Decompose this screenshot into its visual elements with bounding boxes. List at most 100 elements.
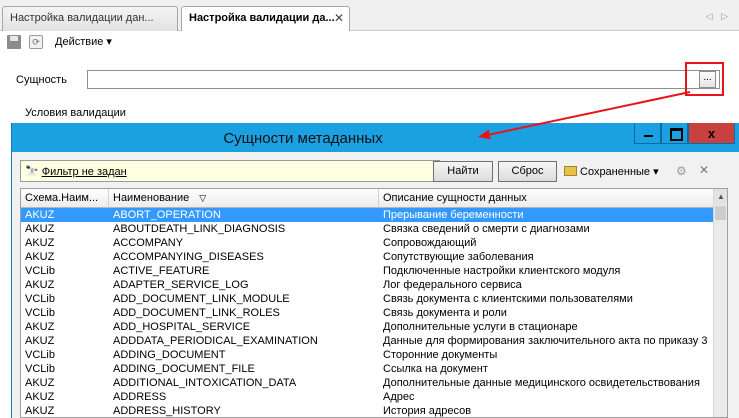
cell-name: ACCOMPANYING_DISEASES (113, 251, 264, 263)
column-name-label: Наименование (113, 192, 190, 204)
cell-description: Связка сведений о смерти с диагнозами (383, 223, 590, 235)
cell-schema: AKUZ (25, 251, 55, 263)
table-row[interactable]: AKUZ ADDDATA_PERIODICAL_EXAMINATION Данные… (21, 334, 714, 348)
highlight-box (685, 62, 724, 96)
column-name[interactable]: Наименование ▽ (109, 189, 379, 208)
tab-validation-settings-1[interactable]: Настройка валидации дан... (2, 6, 178, 31)
minimize-button[interactable] (634, 123, 661, 144)
grid-header: Схема.Наим... Наименование ▽ Описание сущ… (21, 189, 714, 208)
cell-description: Подключенные настройки клиентского модул… (383, 265, 621, 277)
cell-name: ABORT_OPERATION (113, 209, 221, 221)
table-row[interactable]: AKUZ ADDRESS_HISTORY История адресов (21, 404, 714, 417)
cell-schema: VCLib (25, 307, 55, 319)
cell-schema: AKUZ (25, 321, 55, 333)
cell-schema: AKUZ (25, 405, 55, 417)
folder-icon (564, 166, 577, 176)
column-description[interactable]: Описание сущности данных (379, 189, 714, 208)
cell-name: ACTIVE_FEATURE (113, 265, 210, 277)
entity-label: Сущность (16, 74, 67, 86)
cell-schema: VCLib (25, 363, 55, 375)
dialog-title: Сущности метаданных (223, 130, 383, 147)
table-row[interactable]: VCLib ADD_DOCUMENT_LINK_ROLES Связь докуме… (21, 306, 714, 320)
cell-name: ABOUTDEATH_LINK_DIAGNOSIS (113, 223, 286, 235)
cell-schema: VCLib (25, 265, 55, 277)
table-row[interactable]: AKUZ ADD_HOSPITAL_SERVICE Дополнительные у… (21, 320, 714, 334)
saved-filters-menu[interactable]: Сохраненные ▾ (564, 165, 659, 178)
cell-name: ADDRESS_HISTORY (113, 405, 221, 417)
cell-description: Дополнительные услуги в стационаре (383, 321, 578, 333)
table-row[interactable]: AKUZ ADDITIONAL_INTOXICATION_DATA Дополнит… (21, 376, 714, 390)
cell-description: Связь документа с клиентскими пользовате… (383, 293, 633, 305)
cell-name: ADAPTER_SERVICE_LOG (113, 279, 249, 291)
action-menu[interactable]: Действие ▾ (55, 35, 112, 48)
tab-scroll-arrows[interactable]: ◁ ▷ (706, 11, 731, 22)
cell-description: Адрес (383, 391, 415, 403)
table-row[interactable]: AKUZ ACCOMPANYING_DISEASES Сопутствующие з… (21, 250, 714, 264)
cell-schema: AKUZ (25, 223, 55, 235)
filter-bar: 🔭 Фильтр не задан (20, 160, 440, 182)
cell-schema: AKUZ (25, 377, 55, 389)
saved-label: Сохраненные ▾ (580, 166, 659, 178)
find-button[interactable]: Найти (433, 161, 493, 182)
dialog-body: 🔭 Фильтр не задан Найти Сброс Сохраненные… (12, 152, 739, 418)
cell-schema: AKUZ (25, 209, 55, 221)
table-row[interactable]: AKUZ ADDRESS Адрес (21, 390, 714, 404)
table-row[interactable]: AKUZ ABOUTDEATH_LINK_DIAGNOSIS Связка свед… (21, 222, 714, 236)
binoculars-icon: 🔭 (25, 166, 39, 178)
cell-name: ADDDATA_PERIODICAL_EXAMINATION (113, 335, 318, 347)
table-row[interactable]: AKUZ ADAPTER_SERVICE_LOG Лог федерального … (21, 278, 714, 292)
grid-rows: AKUZ ABORT_OPERATION Прерывание беременнос… (21, 208, 714, 417)
tab-label: Настройка валидации да... (189, 12, 335, 24)
dialog-titlebar[interactable]: Сущности метаданных x (12, 123, 739, 152)
entity-input[interactable] (87, 70, 720, 89)
table-row[interactable]: VCLib ADD_DOCUMENT_LINK_MODULE Связь докум… (21, 292, 714, 306)
cell-schema: AKUZ (25, 279, 55, 291)
refresh-icon[interactable]: ⟳ (29, 35, 43, 49)
cell-name: ADD_HOSPITAL_SERVICE (113, 321, 251, 333)
close-icon[interactable]: ✕ (334, 11, 344, 25)
cell-name: ADD_DOCUMENT_LINK_MODULE (113, 293, 290, 305)
cell-description: Лог федерального сервиса (383, 279, 522, 291)
close-button[interactable]: x (688, 123, 735, 144)
cell-description: История адресов (383, 405, 472, 417)
sort-desc-icon: ▽ (199, 193, 207, 203)
cell-description: Сопутствующие заболевания (383, 251, 534, 263)
validation-conditions-label: Условия валидации (25, 107, 126, 119)
cell-description: Сторонние документы (383, 349, 498, 361)
maximize-button[interactable] (661, 123, 688, 144)
metadata-entities-dialog: Сущности метаданных x 🔭 Фильтр не задан Н… (11, 123, 739, 418)
cell-name: ADDITIONAL_INTOXICATION_DATA (113, 377, 297, 389)
table-row[interactable]: AKUZ ACCOMPANY Сопровождающий (21, 236, 714, 250)
column-schema[interactable]: Схема.Наим... (21, 189, 109, 208)
save-icon[interactable] (7, 35, 21, 49)
filter-settings-icon[interactable]: ⚙ (676, 164, 687, 178)
entities-grid: Схема.Наим... Наименование ▽ Описание сущ… (20, 188, 728, 418)
filter-link[interactable]: Фильтр не задан (42, 166, 127, 178)
cell-description: Ссылка на документ (383, 363, 488, 375)
cell-schema: VCLib (25, 349, 55, 361)
scroll-up-icon[interactable]: ▲ (714, 189, 727, 205)
table-row[interactable]: VCLib ADDING_DOCUMENT_FILE Ссылка на докум… (21, 362, 714, 376)
cell-description: Прерывание беременности (383, 209, 524, 221)
table-row[interactable]: AKUZ ABORT_OPERATION Прерывание беременнос… (21, 208, 714, 222)
cell-name: ADDING_DOCUMENT (113, 349, 226, 361)
clear-filter-icon[interactable]: ✕ (699, 163, 709, 177)
scroll-thumb[interactable] (715, 206, 726, 220)
vertical-scrollbar[interactable]: ▲ (713, 189, 727, 417)
cell-description: Данные для формирования заключительного … (383, 335, 708, 347)
tab-validation-settings-2[interactable]: Настройка валидации да... ✕ (181, 6, 350, 32)
cell-schema: AKUZ (25, 335, 55, 347)
cell-name: ACCOMPANY (113, 237, 184, 249)
cell-schema: AKUZ (25, 391, 55, 403)
table-row[interactable]: VCLib ADDING_DOCUMENT Сторонние документы (21, 348, 714, 362)
cell-description: Дополнительные данные медицинского освид… (383, 377, 700, 389)
cell-description: Связь документа и роли (383, 307, 507, 319)
toolbar: ⟳ Действие ▾ (0, 31, 739, 53)
cell-name: ADDRESS (113, 391, 167, 403)
reset-button[interactable]: Сброс (498, 161, 557, 182)
cell-name: ADD_DOCUMENT_LINK_ROLES (113, 307, 280, 319)
table-row[interactable]: VCLib ACTIVE_FEATURE Подключенные настройк… (21, 264, 714, 278)
cell-name: ADDING_DOCUMENT_FILE (113, 363, 255, 375)
cell-schema: AKUZ (25, 237, 55, 249)
tab-bar: Настройка валидации дан... Настройка вал… (0, 0, 739, 32)
